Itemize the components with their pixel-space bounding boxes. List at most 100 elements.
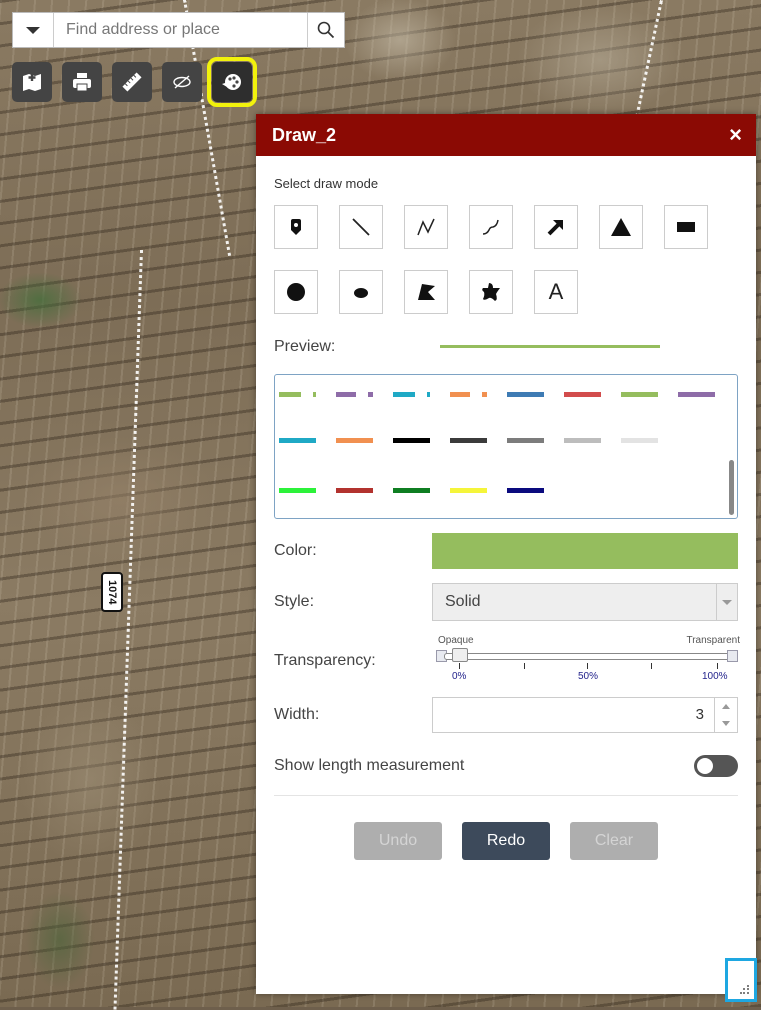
polygon-icon [418,284,435,300]
trail-line [635,0,663,119]
line-swatch[interactable] [450,392,487,397]
slider-tick [587,663,588,669]
width-row: Width: 3 [274,697,738,733]
line-swatch[interactable] [507,438,544,443]
divider [274,795,738,796]
transparency-slider[interactable]: Opaque Transparent 0% 50% 100% [434,635,740,689]
search-button[interactable] [307,13,344,47]
slider-track[interactable] [444,653,730,660]
visibility-icon [173,75,191,89]
slider-min-label: Opaque [438,635,474,646]
width-value[interactable]: 3 [433,698,714,732]
slider-tick [651,663,652,669]
line-swatch[interactable] [507,488,544,493]
slider-increase-arrow[interactable] [727,650,738,662]
line-mode-button[interactable] [339,205,383,249]
search-source-dropdown[interactable] [13,13,54,47]
widget-toolbar [12,57,257,107]
line-swatch[interactable] [336,438,373,443]
line-symbol-gallery[interactable] [274,374,738,519]
line-swatch[interactable] [564,392,601,397]
line-swatch[interactable] [279,392,316,397]
freehand-polygon-mode-button[interactable] [469,270,513,314]
width-label: Width: [274,706,320,723]
slider-max-label: Transparent [686,635,740,646]
polyline-mode-button[interactable] [404,205,448,249]
line-swatch[interactable] [507,392,544,397]
point-mode-button[interactable] [274,205,318,249]
rectangle-icon [677,222,695,232]
swatch-row [259,438,658,443]
search-input[interactable] [54,13,307,47]
slider-tick [459,663,460,669]
line-swatch[interactable] [621,392,658,397]
line-swatch[interactable] [621,438,658,443]
line-swatch[interactable] [393,392,430,397]
line-swatch[interactable] [450,488,487,493]
slider-handle[interactable] [452,648,468,662]
draw-panel: Draw_2 × Select draw mode A Preview: Col… [256,114,756,994]
panel-title: Draw_2 [272,124,337,145]
draw-button[interactable] [207,57,257,107]
line-swatch[interactable] [336,488,373,493]
add-data-button[interactable] [12,62,52,102]
slider-tick [524,663,525,669]
line-swatch[interactable] [393,438,430,443]
style-value: Solid [445,593,481,610]
swatch-row [259,392,715,397]
polygon-mode-button[interactable] [404,270,448,314]
measurement-row: Show length measurement [274,751,738,781]
resize-handle[interactable] [725,958,757,1002]
search-icon [317,21,335,39]
preview-line [440,345,660,348]
visibility-button[interactable] [162,62,202,102]
arrow-icon [547,220,563,236]
close-icon[interactable]: × [729,124,742,146]
line-swatch[interactable] [279,438,316,443]
freehand-polyline-icon [482,219,499,235]
slider-tick [717,663,718,669]
print-icon [73,73,91,92]
transparency-row: Transparency: Opaque Transparent 0% 50% … [274,635,740,689]
slider-tick-label: 50% [578,671,599,682]
redo-button[interactable]: Redo [462,822,550,860]
line-swatch[interactable] [336,392,373,397]
width-number-input[interactable]: 3 [432,697,738,733]
gallery-scrollbar[interactable] [729,460,734,515]
draw-mode-grid: A [274,205,738,314]
width-spinner[interactable] [714,698,737,732]
draw-mode-label: Select draw mode [274,176,379,191]
point-icon [291,219,301,235]
measure-button[interactable] [112,62,152,102]
triangle-mode-button[interactable] [599,205,643,249]
chevron-down-icon[interactable] [722,721,730,726]
triangle-icon [611,218,631,236]
arrow-mode-button[interactable] [534,205,578,249]
chevron-down-icon [26,26,40,34]
rectangle-mode-button[interactable] [664,205,708,249]
measurement-label: Show length measurement [274,757,465,774]
print-button[interactable] [62,62,102,102]
measurement-toggle[interactable] [694,755,738,777]
undo-button[interactable]: Undo [354,822,442,860]
line-swatch[interactable] [393,488,430,493]
style-label: Style: [274,593,315,610]
line-swatch[interactable] [279,488,316,493]
circle-mode-button[interactable] [274,270,318,314]
line-swatch[interactable] [678,392,715,397]
chevron-up-icon[interactable] [722,704,730,709]
add-data-icon [23,73,41,91]
color-picker[interactable] [432,533,738,569]
resize-grip-icon [740,985,749,994]
freehand-polyline-mode-button[interactable] [469,205,513,249]
text-mode-button[interactable]: A [534,270,578,314]
style-select[interactable]: Solid [432,583,738,621]
style-row: Style: Solid [274,583,738,621]
color-label: Color: [274,542,317,559]
draw-palette-icon [222,74,241,90]
road-shield-label: 1074 [101,572,123,612]
line-swatch[interactable] [564,438,601,443]
clear-button[interactable]: Clear [570,822,658,860]
line-swatch[interactable] [450,438,487,443]
ellipse-mode-button[interactable] [339,270,383,314]
